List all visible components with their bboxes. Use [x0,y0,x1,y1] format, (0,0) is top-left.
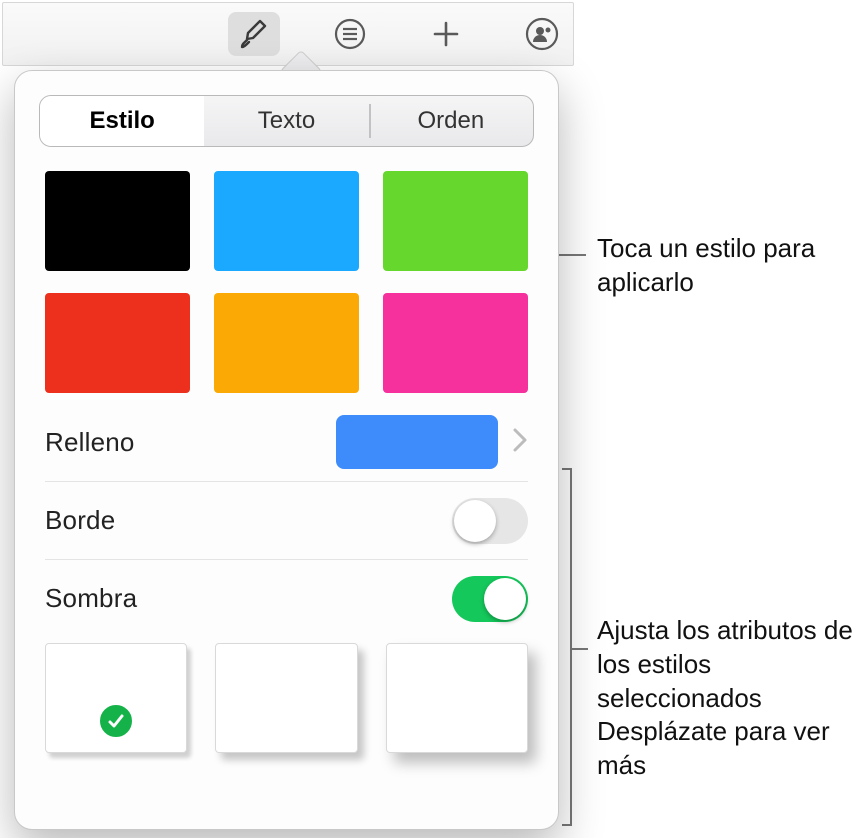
shadow-toggle[interactable] [452,576,528,622]
style-swatch-black[interactable] [45,171,190,271]
style-swatch-red[interactable] [45,293,190,393]
tab-style[interactable]: Estilo [40,96,204,146]
style-swatch-orange[interactable] [214,293,359,393]
fill-label: Relleno [45,427,135,458]
list-button[interactable] [324,12,376,56]
shadow-style-3[interactable] [386,643,528,753]
add-button[interactable] [420,12,472,56]
format-tabs: Estilo Texto Orden [39,95,534,147]
style-swatch-blue[interactable] [214,171,359,271]
fill-color-swatch[interactable] [336,415,498,469]
callout-attrs: Ajusta los atributos de los estilos sele… [597,614,857,783]
tab-order[interactable]: Orden [369,96,533,146]
toolbar [2,2,574,66]
shadow-row: Sombra [45,559,528,637]
border-label: Borde [45,505,115,536]
style-swatch-grid [15,147,558,403]
shadow-label: Sombra [45,583,137,614]
check-icon [97,702,135,740]
callout-line-2 [570,648,588,650]
fill-row[interactable]: Relleno [45,403,528,481]
format-brush-button[interactable] [228,12,280,56]
tab-text[interactable]: Texto [204,96,368,146]
collaborate-button[interactable] [516,12,568,56]
format-popover: Estilo Texto Orden Relleno Borde [14,70,559,830]
shadow-style-grid [15,637,558,753]
shadow-style-1[interactable] [45,643,187,753]
style-swatch-pink[interactable] [383,293,528,393]
callout-styles: Toca un estilo para aplicarlo [597,232,837,300]
border-toggle[interactable] [452,498,528,544]
border-row: Borde [45,481,528,559]
chevron-right-icon [512,427,528,458]
style-swatch-green[interactable] [383,171,528,271]
callout-bracket [570,468,572,826]
shadow-style-2[interactable] [215,643,357,753]
